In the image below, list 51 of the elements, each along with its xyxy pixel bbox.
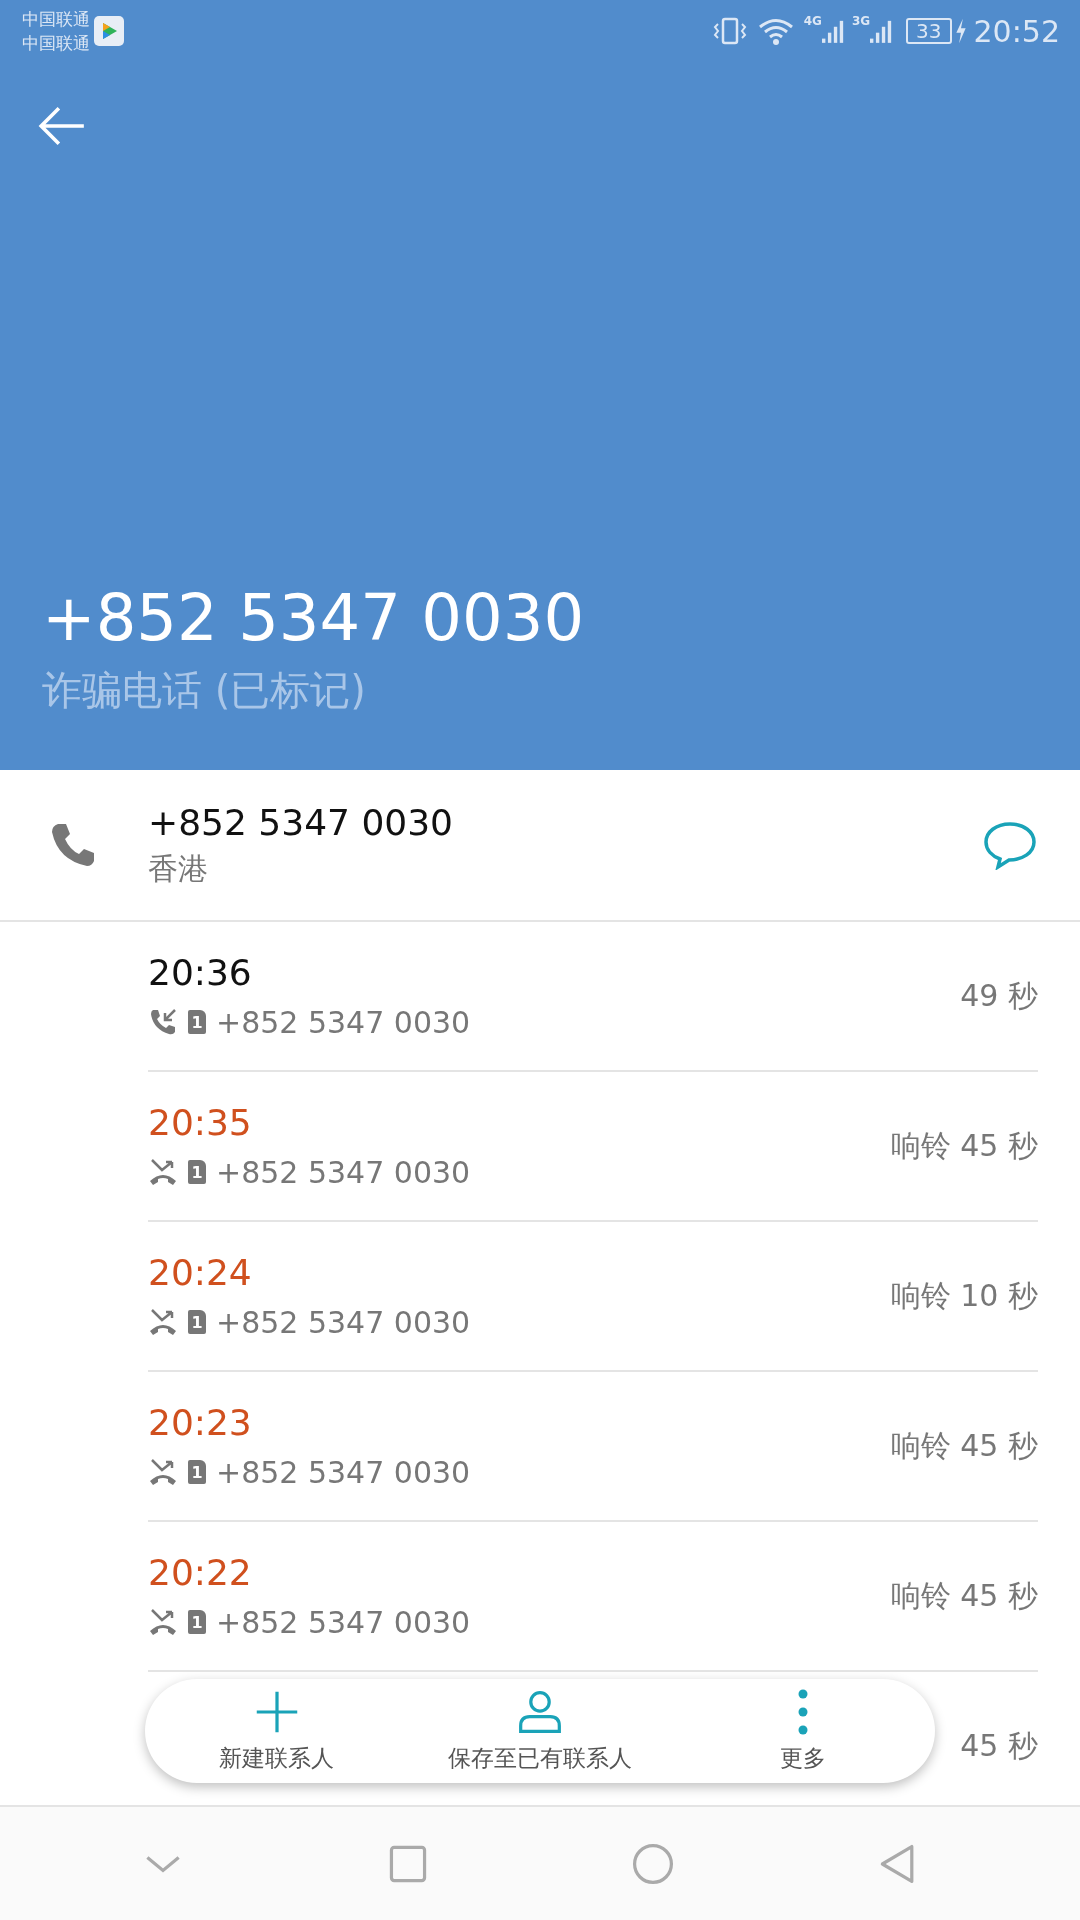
missed-call-icon <box>148 1307 178 1337</box>
action-button[interactable]: 新建联系人 <box>156 1688 397 1774</box>
signal-icon <box>870 18 893 44</box>
battery-level: 33 <box>906 18 952 44</box>
incoming-call-icon <box>148 1007 178 1037</box>
message-icon[interactable] <box>982 820 1038 870</box>
call-duration: 49 秒 <box>960 976 1038 1015</box>
sim-badge: 1 <box>188 1460 206 1484</box>
call-number: +852 5347 0030 <box>216 1154 471 1190</box>
more-icon <box>798 1688 809 1735</box>
call-duration: 响铃 10 秒 <box>890 1276 1038 1315</box>
clock: 20:52 <box>973 13 1060 49</box>
carrier-name: 中国联通 <box>22 32 90 55</box>
call-number: +852 5347 0030 <box>216 1004 471 1040</box>
network-type: 4G <box>803 14 822 28</box>
call-log-row[interactable]: 20:23 1 +852 5347 0030 响铃 45 秒 <box>148 1372 1038 1522</box>
action-button[interactable]: 保存至已有联系人 <box>420 1688 660 1774</box>
action-button[interactable]: 更多 <box>683 1688 924 1774</box>
call-time: 20:36 <box>148 951 252 995</box>
contact-number: +852 5347 0030 <box>148 801 453 845</box>
call-time: 20:22 <box>148 1551 252 1595</box>
charging-icon <box>953 17 968 45</box>
call-log-row[interactable]: 20:22 1 +852 5347 0030 响铃 45 秒 <box>148 1522 1038 1672</box>
call-log-row[interactable]: 20:36 1 +852 5347 0030 49 秒 <box>148 922 1038 1072</box>
call-duration: 响铃 45 秒 <box>890 1126 1038 1165</box>
sim-badge: 1 <box>188 1160 206 1184</box>
person-icon <box>517 1688 563 1735</box>
carrier-name: 中国联通 <box>22 8 90 31</box>
call-duration: 45 秒 <box>960 1726 1038 1765</box>
call-time: 20:35 <box>148 1101 252 1145</box>
call-number: +852 5347 0030 <box>216 1604 471 1640</box>
sim-badge: 1 <box>188 1310 206 1334</box>
call-duration: 响铃 45 秒 <box>890 1426 1038 1465</box>
call-number: +852 5347 0030 <box>216 1454 471 1490</box>
video-app-icon <box>94 16 124 46</box>
missed-call-icon <box>148 1157 178 1187</box>
call-time: 20:24 <box>148 1251 252 1295</box>
missed-call-icon <box>148 1607 178 1637</box>
sim-badge: 1 <box>188 1610 206 1634</box>
call-number: +852 5347 0030 <box>216 1304 471 1340</box>
call-time: 20:23 <box>148 1401 252 1445</box>
call-duration: 响铃 45 秒 <box>890 1576 1038 1615</box>
spam-label: 诈骗电话 (已标记) <box>41 666 367 715</box>
phone-number: +852 5347 0030 <box>41 580 586 657</box>
network-type: 3G <box>851 14 871 28</box>
signal-icon <box>821 18 844 44</box>
sim-badge: 1 <box>188 1010 206 1034</box>
number-region: 香港 <box>148 850 208 888</box>
missed-call-icon <box>148 1457 178 1487</box>
call-log-row[interactable]: 20:35 1 +852 5347 0030 响铃 45 秒 <box>148 1072 1038 1222</box>
call-log-row[interactable]: 20:24 1 +852 5347 0030 响铃 10 秒 <box>148 1222 1038 1372</box>
